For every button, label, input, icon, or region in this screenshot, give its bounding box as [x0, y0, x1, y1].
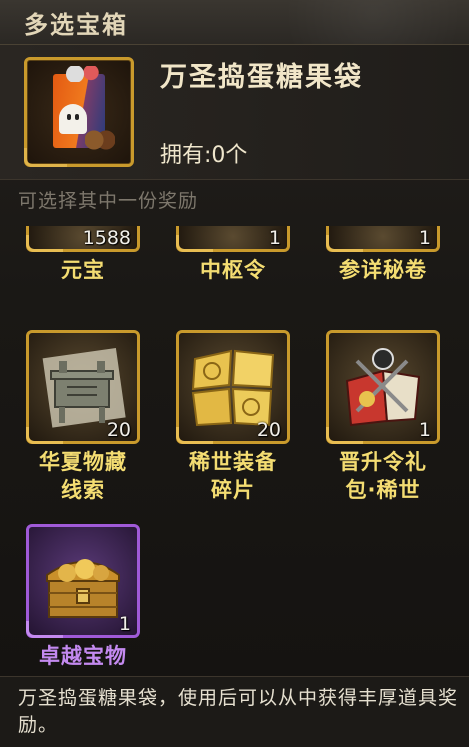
frame-ornament: [176, 427, 213, 444]
title-bar: 多选宝箱: [0, 0, 469, 45]
frame-ornament: [176, 235, 213, 252]
reward-label-line1: 稀世装备: [189, 450, 277, 474]
reward-label: 晋升令礼 包·稀世: [326, 448, 440, 504]
frame-ornament: [26, 427, 63, 444]
bag-toppings: [63, 66, 103, 82]
reward-slot-zhongshuling[interactable]: 1 中枢令: [176, 226, 290, 284]
reward-label: 中枢令: [200, 258, 266, 282]
owned-count: 拥有:0个: [160, 143, 248, 168]
reward-count: 20: [256, 419, 281, 441]
reward-slot-promotion-pack[interactable]: 1 晋升令礼 包·稀世: [326, 330, 440, 504]
reward-slot-yuanbao[interactable]: 1588 元宝: [26, 226, 140, 284]
frame-ornament: [326, 235, 363, 252]
slot-frame: 20: [176, 330, 290, 444]
slot-frame: 1: [326, 330, 440, 444]
reward-slot-canxiang[interactable]: 1 参详秘卷: [326, 226, 440, 284]
reward-slot-zhuoyue[interactable]: 1 卓越宝物: [26, 524, 140, 670]
slot-frame: 1588: [26, 226, 140, 252]
reward-label: 稀世装备 碎片: [176, 448, 290, 504]
reward-slot-huaxia[interactable]: 20 华夏物藏 线索: [26, 330, 140, 504]
reward-count: 1: [268, 227, 281, 249]
slot-frame: 1: [26, 524, 140, 638]
reward-count: 1: [118, 613, 131, 635]
reward-count: 1: [418, 227, 431, 249]
item-header: 万圣捣蛋糖果袋 拥有:0个: [0, 45, 469, 180]
description-box: 万圣捣蛋糖果袋，使用后可以从中获得丰厚道具奖励。: [0, 676, 469, 747]
slot-frame: 1: [326, 226, 440, 252]
reward-label-line2: 线索: [61, 478, 105, 502]
reward-count: 1: [418, 419, 431, 441]
window-title: 多选宝箱: [24, 10, 128, 39]
slot-frame: 20: [26, 330, 140, 444]
reward-label: 卓越宝物: [39, 644, 127, 668]
ghost-icon: [59, 104, 87, 134]
reward-count: 20: [106, 419, 131, 441]
candy-icon: [85, 130, 115, 150]
reward-label-line1: 华夏物藏: [39, 450, 127, 474]
reward-label-line1: 晋升令礼: [339, 450, 427, 474]
slot-frame: 1: [176, 226, 290, 252]
reward-slot-xishi-fragments[interactable]: 20 稀世装备 碎片: [176, 330, 290, 504]
item-name: 万圣捣蛋糖果袋: [160, 62, 363, 93]
reward-grid[interactable]: 1588 元宝 1 中枢令 1 参详秘卷 20 华夏物藏 线索 20 稀世装备 …: [0, 226, 469, 676]
reward-label-line2: 碎片: [211, 478, 255, 502]
reward-label-line2: 包·稀世: [345, 478, 421, 502]
frame-ornament: [24, 148, 67, 167]
choose-hint: 可选择其中一份奖励: [18, 190, 199, 212]
halloween-candy-bag-icon: [24, 57, 134, 167]
frame-ornament: [326, 427, 363, 444]
reward-label: 元宝: [61, 258, 105, 282]
frame-ornament: [26, 621, 63, 638]
reward-count: 1588: [82, 227, 131, 249]
treasure-chest-icon: [46, 559, 120, 618]
reward-chest-panel: 多选宝箱 万圣捣蛋糖果袋 拥有:0个 可选择其中一份奖励 1588 元宝 1 中…: [0, 0, 469, 747]
reward-label: 参详秘卷: [339, 258, 427, 282]
reward-label: 华夏物藏 线索: [26, 448, 140, 504]
promotion-pack-icon: [345, 348, 421, 427]
item-description: 万圣捣蛋糖果袋，使用后可以从中获得丰厚道具奖励。: [18, 687, 459, 736]
frame-ornament: [26, 235, 63, 252]
